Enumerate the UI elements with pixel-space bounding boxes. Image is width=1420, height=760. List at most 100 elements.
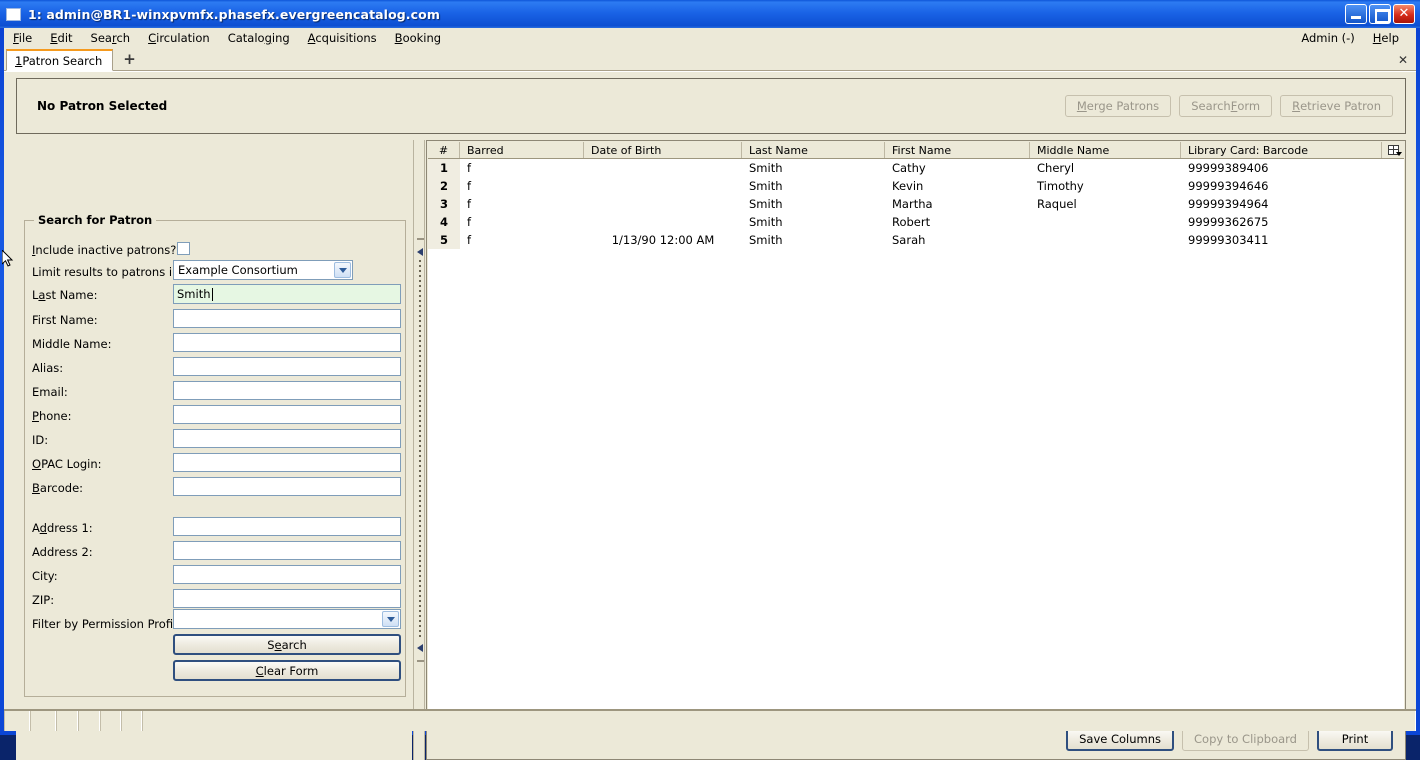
limit-results-value: Example Consortium [178, 263, 298, 277]
tab-label: Patron Search [22, 53, 103, 68]
table-row[interactable]: 2 f Smith Kevin Timothy 99999394646 [428, 177, 1404, 195]
splitter-collapse-left-icon[interactable] [417, 248, 423, 256]
splitter-collapse-right-icon[interactable] [417, 644, 423, 652]
cell-last-name: Smith [749, 197, 783, 211]
window-title: 1: admin@BR1-winxpvmfx.phasefx.evergreen… [28, 6, 440, 22]
table-row[interactable]: 4 f Smith Robert 99999362675 [428, 213, 1404, 231]
search-button[interactable]: Se arch [173, 634, 401, 655]
cell-barcode: 99999394646 [1188, 179, 1269, 193]
phone-label: Phone: [32, 409, 72, 423]
cell-barcode: 99999389406 [1188, 161, 1269, 175]
pane-splitter[interactable] [413, 140, 425, 760]
alias-label: Alias: [32, 361, 64, 375]
column-header-barred[interactable]: Barred [460, 142, 584, 158]
menu-booking[interactable]: Booking [386, 29, 450, 47]
middle-name-input[interactable] [173, 333, 401, 352]
minimize-button[interactable] [1345, 4, 1367, 24]
cell-middle-name: Cheryl [1037, 161, 1075, 175]
menu-acquisitions[interactable]: Acquisitions [299, 29, 386, 47]
cell-date-of-birth: 1/13/90 12:00 AM [611, 233, 715, 247]
table-row[interactable]: 1 f Smith Cathy Cheryl 99999389406 [428, 159, 1404, 177]
city-label-row: City: [32, 566, 58, 586]
menu-admin[interactable]: Admin (-) [1292, 29, 1363, 47]
menu-cataloging[interactable]: Cataloging [219, 29, 299, 47]
tab-patron-search[interactable]: 1 Patron Search [6, 49, 114, 71]
retrieve-patron-button[interactable]: Retrieve Patron [1280, 95, 1393, 117]
cell-middle-name [1030, 213, 1181, 231]
column-header-last-name[interactable]: Last Name [742, 142, 885, 158]
menu-circulation[interactable]: Circulation [139, 29, 219, 47]
cell-first-name: Kevin [892, 179, 924, 193]
permission-profile-label: Filter by Permission Profile: [32, 617, 188, 631]
cell-number: 2 [428, 177, 460, 195]
include-inactive-checkbox[interactable] [177, 242, 190, 255]
zip-label-row: ZIP: [32, 590, 54, 610]
city-label: City: [32, 569, 58, 583]
barcode-input[interactable] [173, 477, 401, 496]
zip-label: ZIP: [32, 593, 55, 607]
table-row[interactable]: 3 f Smith Martha Raquel 99999394964 [428, 195, 1404, 213]
id-label-row: ID: [32, 430, 48, 450]
alias-input[interactable] [173, 357, 401, 376]
phone-input[interactable] [173, 405, 401, 424]
search-form-button[interactable]: Search Form [1179, 95, 1273, 117]
permission-profile-select[interactable] [173, 609, 401, 629]
last-name-label-row: Last Name: [32, 285, 97, 305]
phone-label-row: Phone: [32, 406, 72, 426]
limit-results-label: Limit results to patrons in [32, 265, 180, 279]
menu-edit[interactable]: Edit [41, 29, 81, 47]
cell-barcode: 99999394964 [1188, 197, 1269, 211]
barcode-label: Barcode: [32, 481, 84, 495]
last-name-input[interactable]: Smith [173, 284, 401, 304]
cell-middle-name [1030, 231, 1181, 249]
clear-form-button[interactable]: Clear Form [173, 660, 401, 681]
content-area: No Patron Selected Merge Patrons Search … [4, 71, 1416, 760]
cell-barcode: 99999362675 [1188, 215, 1269, 229]
first-name-input[interactable] [173, 309, 401, 328]
splitter-grip [419, 260, 421, 640]
cell-middle-name: Timothy [1037, 179, 1084, 193]
zip-input[interactable] [173, 589, 401, 608]
column-header-number[interactable]: # [428, 142, 460, 158]
include-inactive-label: Include inactive patrons? [32, 243, 177, 257]
menu-search[interactable]: Search [82, 29, 140, 47]
results-table-body: 1 f Smith Cathy Cheryl 99999389406 2 f S… [428, 159, 1404, 249]
close-tab-icon[interactable]: ✕ [1398, 53, 1408, 67]
merge-patrons-button[interactable]: Merge Patrons [1064, 95, 1172, 117]
email-input[interactable] [173, 381, 401, 400]
id-input[interactable] [173, 429, 401, 448]
application-window: 1: admin@BR1-winxpvmfx.phasefx.evergreen… [0, 0, 1420, 760]
column-header-date-of-birth[interactable]: Date of Birth [584, 142, 742, 158]
cell-barred: f [467, 233, 472, 247]
email-label: Email: [32, 385, 68, 399]
cell-number: 1 [428, 159, 460, 177]
limit-results-select[interactable]: Example Consortium [173, 260, 353, 280]
results-table-header: # Barred Date of Birth Last Name First N… [428, 142, 1404, 159]
middle-name-label: Middle Name: [32, 337, 112, 351]
new-tab-button[interactable]: + [119, 50, 140, 68]
cell-barcode: 99999303411 [1188, 233, 1269, 247]
column-header-first-name[interactable]: First Name [885, 142, 1030, 158]
cell-number: 4 [428, 213, 460, 231]
last-name-value: Smith [177, 287, 211, 301]
client-area: File Edit Search Circulation Cataloging … [4, 28, 1416, 760]
address-2-label: Address 2: [32, 545, 93, 559]
close-button[interactable] [1393, 4, 1415, 24]
table-row[interactable]: 5 f 1/13/90 12:00 AM Smith Sarah 9999930… [428, 231, 1404, 249]
city-input[interactable] [173, 565, 401, 584]
address-1-input[interactable] [173, 517, 401, 536]
opac-login-input[interactable] [173, 453, 401, 472]
column-picker-icon[interactable] [1382, 142, 1404, 158]
status-panel-main [142, 711, 1416, 731]
status-panel-2 [30, 711, 56, 731]
menu-help[interactable]: Help [1364, 29, 1408, 47]
address-2-input[interactable] [173, 541, 401, 560]
cell-first-name: Sarah [892, 233, 926, 247]
maximize-button[interactable] [1369, 4, 1391, 24]
column-header-library-card-barcode[interactable]: Library Card: Barcode [1181, 142, 1382, 158]
column-header-middle-name[interactable]: Middle Name [1030, 142, 1181, 158]
opac-login-label: OPAC Login: [32, 457, 102, 471]
menu-file[interactable]: File [4, 29, 41, 47]
window-icon [6, 7, 21, 21]
cell-date-of-birth [584, 159, 742, 177]
